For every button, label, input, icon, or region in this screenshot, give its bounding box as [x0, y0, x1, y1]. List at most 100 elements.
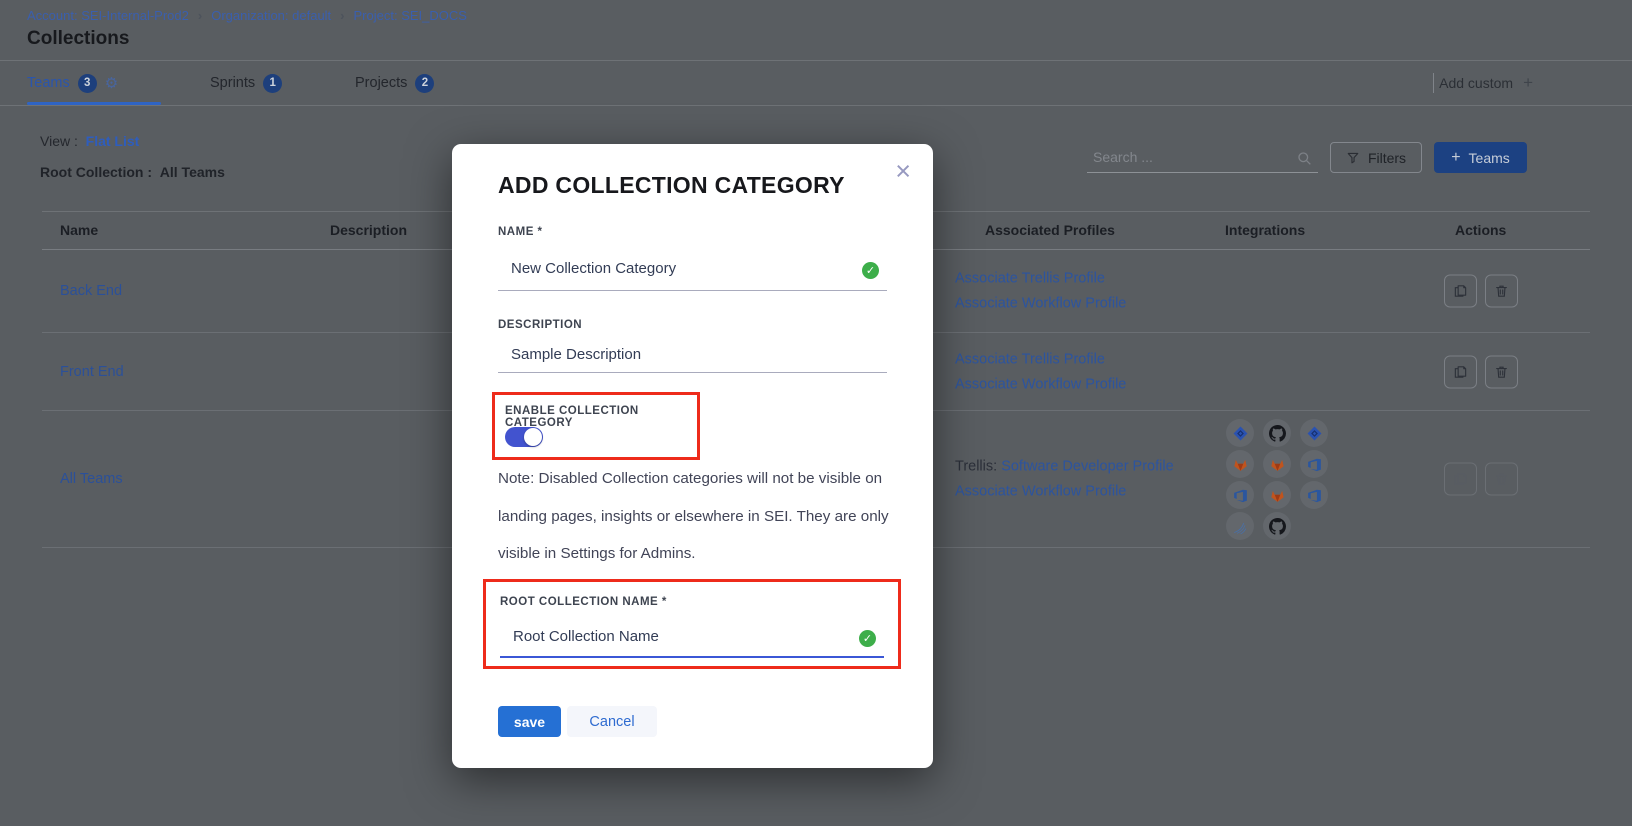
- column-header-integrations: Integrations: [1225, 222, 1305, 238]
- root-collection-input[interactable]: [500, 628, 843, 645]
- associate-workflow-profile-link[interactable]: Associate Workflow Profile: [955, 484, 1174, 500]
- add-teams-button[interactable]: + Teams: [1434, 142, 1527, 173]
- associate-trellis-profile-link[interactable]: Associate Trellis Profile: [955, 351, 1126, 367]
- enable-section-annotation-box: ENABLE COLLECTION CATEGORY: [492, 392, 700, 460]
- toggle-knob: [524, 428, 542, 446]
- teams-button-label: Teams: [1469, 150, 1510, 166]
- gitlab-icon: [1263, 450, 1291, 478]
- root-collection-label: Root Collection :: [40, 164, 152, 180]
- root-collection-row: Root Collection : All Teams: [40, 164, 225, 180]
- plus-icon: +: [1523, 73, 1533, 93]
- cancel-button[interactable]: Cancel: [567, 706, 657, 737]
- root-collection-name-label: ROOT COLLECTION NAME *: [500, 596, 667, 608]
- tab-label: Teams: [27, 75, 70, 91]
- associate-trellis-profile-link[interactable]: Associate Trellis Profile: [955, 271, 1126, 287]
- actions-cell: [1444, 463, 1518, 496]
- name-label: NAME *: [498, 226, 543, 238]
- column-header-name: Name: [60, 222, 98, 238]
- view-row: View : Flat List: [40, 133, 139, 149]
- trash-icon: [1494, 364, 1509, 379]
- actions-cell: [1444, 355, 1518, 388]
- copy-button[interactable]: [1444, 355, 1477, 388]
- collection-name-link[interactable]: All Teams: [60, 471, 123, 487]
- search-icon: [1297, 151, 1312, 166]
- gear-icon[interactable]: ⚙: [105, 76, 118, 91]
- software-developer-profile-link[interactable]: Software Developer Profile: [1001, 459, 1173, 475]
- tab-label: Projects: [355, 75, 407, 91]
- breadcrumb: Account: SEI-Internal-Prod2 › Organizati…: [27, 8, 467, 23]
- divider: [1433, 73, 1434, 93]
- root-collection-annotation-box: ROOT COLLECTION NAME * ✓: [483, 579, 901, 669]
- page-title: Collections: [27, 28, 129, 50]
- plus-icon: +: [1451, 150, 1460, 166]
- root-collection-field-wrap: ✓: [500, 618, 884, 658]
- github-icon: [1263, 512, 1291, 540]
- root-collection-value: All Teams: [160, 164, 225, 180]
- arcs-icon: [1226, 512, 1254, 540]
- add-custom-label: Add custom: [1439, 75, 1513, 91]
- description-input[interactable]: [498, 346, 841, 363]
- column-header-description: Description: [330, 222, 407, 238]
- gitlab-icon: [1226, 450, 1254, 478]
- filters-label: Filters: [1368, 150, 1406, 166]
- count-badge: 3: [78, 74, 97, 93]
- search-input[interactable]: [1087, 144, 1288, 165]
- add-custom-button[interactable]: Add custom +: [1439, 61, 1533, 105]
- column-header-associated-profiles: Associated Profiles: [985, 222, 1115, 238]
- delete-button[interactable]: [1485, 275, 1518, 308]
- count-badge: 1: [263, 74, 282, 93]
- valid-check-icon: ✓: [862, 262, 879, 279]
- filters-button[interactable]: Filters: [1330, 142, 1422, 173]
- view-flat-list-link[interactable]: Flat List: [86, 133, 140, 149]
- gitlab-icon: [1263, 481, 1291, 509]
- modal-title: ADD COLLECTION CATEGORY: [498, 172, 845, 199]
- search-box: [1087, 144, 1318, 173]
- collection-name-link[interactable]: Front End: [60, 364, 124, 380]
- trash-icon: [1494, 472, 1509, 487]
- disabled-note: Note: Disabled Collection categories wil…: [498, 460, 898, 573]
- azure-devops-icon: [1300, 481, 1328, 509]
- breadcrumb-project[interactable]: Project: SEI_DOCS: [354, 8, 467, 23]
- tab-label: Sprints: [210, 75, 255, 91]
- enable-toggle[interactable]: [505, 427, 543, 447]
- associated-profiles-cell: Trellis: Software Developer Profile Asso…: [955, 459, 1174, 500]
- enable-collection-category-label: ENABLE COLLECTION CATEGORY: [505, 405, 697, 429]
- view-label: View :: [40, 133, 78, 149]
- copy-icon: [1453, 472, 1468, 487]
- close-icon[interactable]: ×: [895, 158, 911, 185]
- breadcrumb-account[interactable]: Account: SEI-Internal-Prod2: [27, 8, 189, 23]
- save-button[interactable]: save: [498, 706, 561, 737]
- column-header-actions: Actions: [1455, 222, 1506, 238]
- azure-devops-icon: [1300, 450, 1328, 478]
- integrations-grid: [1226, 419, 1328, 540]
- delete-button[interactable]: [1485, 355, 1518, 388]
- jira-icon: [1300, 419, 1328, 447]
- count-badge: 2: [415, 74, 434, 93]
- description-label: DESCRIPTION: [498, 319, 582, 331]
- trellis-prefix: Trellis:: [955, 459, 1001, 475]
- associate-workflow-profile-link[interactable]: Associate Workflow Profile: [955, 376, 1126, 392]
- tab-sprints[interactable]: Sprints 1: [210, 61, 282, 105]
- github-icon: [1263, 419, 1291, 447]
- collection-name-link[interactable]: Back End: [60, 283, 122, 299]
- trash-icon: [1494, 284, 1509, 299]
- collections-page: Account: SEI-Internal-Prod2 › Organizati…: [0, 0, 1632, 826]
- associated-profiles-cell: Associate Trellis Profile Associate Work…: [955, 271, 1126, 312]
- add-collection-category-modal: × ADD COLLECTION CATEGORY NAME * ✓ DESCR…: [452, 144, 933, 768]
- associated-profiles-cell: Associate Trellis Profile Associate Work…: [955, 351, 1126, 392]
- breadcrumb-organization[interactable]: Organization: default: [211, 8, 331, 23]
- copy-icon: [1453, 364, 1468, 379]
- chevron-right-icon: ›: [340, 8, 344, 23]
- copy-icon: [1453, 284, 1468, 299]
- funnel-icon: [1346, 151, 1360, 165]
- copy-button[interactable]: [1444, 275, 1477, 308]
- description-field-wrap: [498, 338, 887, 373]
- associate-workflow-profile-link[interactable]: Associate Workflow Profile: [955, 296, 1126, 312]
- tab-projects[interactable]: Projects 2: [355, 61, 434, 105]
- name-input[interactable]: [498, 260, 841, 277]
- tab-teams[interactable]: Teams 3 ⚙: [27, 61, 118, 105]
- chevron-right-icon: ›: [198, 8, 202, 23]
- name-field-wrap: ✓: [498, 248, 887, 291]
- delete-button[interactable]: [1485, 463, 1518, 496]
- copy-button[interactable]: [1444, 463, 1477, 496]
